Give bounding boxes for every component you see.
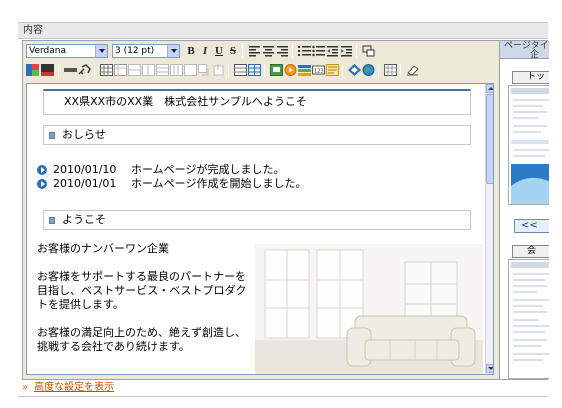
news-heading-text: おしらせ [62, 128, 106, 141]
eraser-icon[interactable] [406, 64, 419, 76]
template-icon[interactable] [326, 64, 339, 76]
align-center-icon[interactable] [262, 45, 275, 57]
media-icon[interactable] [284, 64, 297, 76]
welcome-paragraph: お客様のナンバーワン企業 [37, 242, 169, 255]
previous-page-button[interactable]: << [514, 219, 549, 233]
news-heading: おしらせ [43, 125, 471, 145]
toolbar-divider [242, 45, 243, 58]
outdent-icon[interactable] [326, 45, 339, 57]
toolbar-divider [342, 64, 343, 77]
welcome-body: お客様のナンバーワン企業 お客様をサポートする最良のパートナーを目指し、ベストサ… [37, 242, 249, 368]
show-advanced-settings-link[interactable]: » 高度な設定を表示 [22, 378, 114, 393]
ordered-list-icon[interactable] [298, 45, 311, 57]
news-text: ホームページが完成しました。 [131, 163, 285, 176]
sidebar-sub-text: 企 [530, 50, 540, 60]
svg-text:123: 123 [314, 69, 324, 75]
toolbar-divider [378, 64, 379, 77]
chevron-down-icon [95, 45, 107, 57]
thumbnail-tab-top[interactable]: トッ [512, 71, 549, 84]
vertical-scrollbar[interactable] [485, 84, 493, 374]
columns-icon[interactable] [248, 64, 261, 76]
toolbar-divider [400, 64, 401, 77]
divider [18, 396, 548, 397]
scroll-thumb[interactable] [486, 94, 493, 184]
living-room-photo [255, 244, 483, 374]
merge-cells-icon[interactable] [184, 64, 197, 76]
window-left [264, 249, 310, 339]
banner-icon[interactable] [298, 64, 311, 76]
font-size-value: 3 (12 pt) [115, 46, 155, 56]
arrow-bullet-icon [37, 165, 47, 175]
chevron-down-icon [167, 45, 179, 57]
welcome-paragraph: お客様をサポートする最良のパートナーを目指し、ベストサービス・ベストプロダクトを… [37, 270, 247, 311]
arrow-bullet-icon [37, 179, 47, 189]
grid-icon[interactable] [384, 64, 397, 76]
globe-icon[interactable] [362, 64, 375, 76]
welcome-paragraph: お客様の満足向上のため、絶えず創造し、挑戦する会社であり続けます。 [37, 326, 246, 353]
toolbar-divider [292, 45, 293, 58]
toolbar-row-1: Verdana 3 (12 pt) B I U S [26, 44, 494, 60]
delete-column-icon[interactable] [170, 64, 183, 76]
strikethrough-button[interactable]: S [226, 44, 240, 58]
anchor-icon[interactable] [348, 64, 361, 76]
font-family-value: Verdana [29, 46, 66, 56]
toolbar-divider [356, 45, 357, 58]
insert-column-icon[interactable] [142, 64, 155, 76]
sidebar-header: ページタイン 企 [500, 41, 549, 60]
scroll-up-icon[interactable] [486, 84, 493, 93]
thumbnail-tab-company[interactable]: 会 [512, 245, 549, 258]
news-date: 2010/01/10 [53, 163, 117, 176]
italic-button[interactable]: I [198, 44, 212, 58]
align-left-icon[interactable] [248, 45, 261, 57]
page-thumbnail-2[interactable] [508, 259, 549, 379]
form-field-icon[interactable]: 123 [312, 64, 325, 76]
editor-content[interactable]: XX県XX市のXX業 株式会社サンプルへようこそ おしらせ 2010/01/10… [26, 83, 494, 375]
special-char-icon[interactable] [362, 45, 375, 57]
advanced-link-text: 高度な設定を表示 [34, 382, 115, 393]
news-date: 2010/01/01 [53, 177, 117, 190]
editor-panel: 内容 Verdana 3 (12 pt) B I U S 123 XX県XX市の… [18, 6, 549, 402]
underline-button[interactable]: U [212, 44, 226, 58]
table-icon[interactable] [100, 64, 113, 76]
bullet-list-icon[interactable] [312, 45, 325, 57]
rich-text-editor: Verdana 3 (12 pt) B I U S 123 XX県XX市のXX業… [22, 40, 549, 380]
welcome-heading: ようこそ [43, 210, 471, 230]
font-size-select[interactable]: 3 (12 pt) [112, 44, 180, 58]
sofa [346, 315, 476, 367]
heading-marker-icon [49, 132, 55, 139]
page-template-sidebar: ページタイン 企 トッ << 会 [499, 41, 549, 379]
toolbar-row-2: 123 [26, 63, 494, 79]
heading-marker-icon [49, 217, 55, 224]
link-icon[interactable] [78, 64, 91, 76]
toolbar-divider [264, 64, 265, 77]
image-icon[interactable] [270, 64, 283, 76]
table-props-icon[interactable] [114, 64, 127, 76]
toolbar-divider [228, 64, 229, 77]
background-color-icon[interactable] [41, 64, 54, 76]
delete-row-icon[interactable] [156, 64, 169, 76]
cell-props-icon[interactable] [212, 64, 225, 76]
indent-icon[interactable] [340, 45, 353, 57]
news-text: ホームページ作成を開始しました。 [131, 177, 307, 190]
text-color-icon[interactable] [26, 64, 39, 76]
page-thumbnail-1[interactable] [508, 85, 549, 205]
scroll-down-icon[interactable] [486, 364, 493, 373]
welcome-heading-text: ようこそ [62, 213, 106, 226]
toolbar-divider [58, 64, 59, 77]
split-cells-icon[interactable] [198, 64, 211, 76]
insert-row-icon[interactable] [128, 64, 141, 76]
bold-button[interactable]: B [184, 44, 198, 58]
align-right-icon[interactable] [276, 45, 289, 57]
toolbar-divider [94, 64, 95, 77]
layout-icon[interactable] [234, 64, 247, 76]
page-title: XX県XX市のXX業 株式会社サンプルへようこそ [43, 89, 471, 115]
content-section-label: 内容 [18, 22, 548, 39]
font-family-select[interactable]: Verdana [26, 44, 108, 58]
double-chevron-icon: » [22, 382, 29, 393]
horizontal-rule-icon[interactable] [64, 64, 77, 76]
